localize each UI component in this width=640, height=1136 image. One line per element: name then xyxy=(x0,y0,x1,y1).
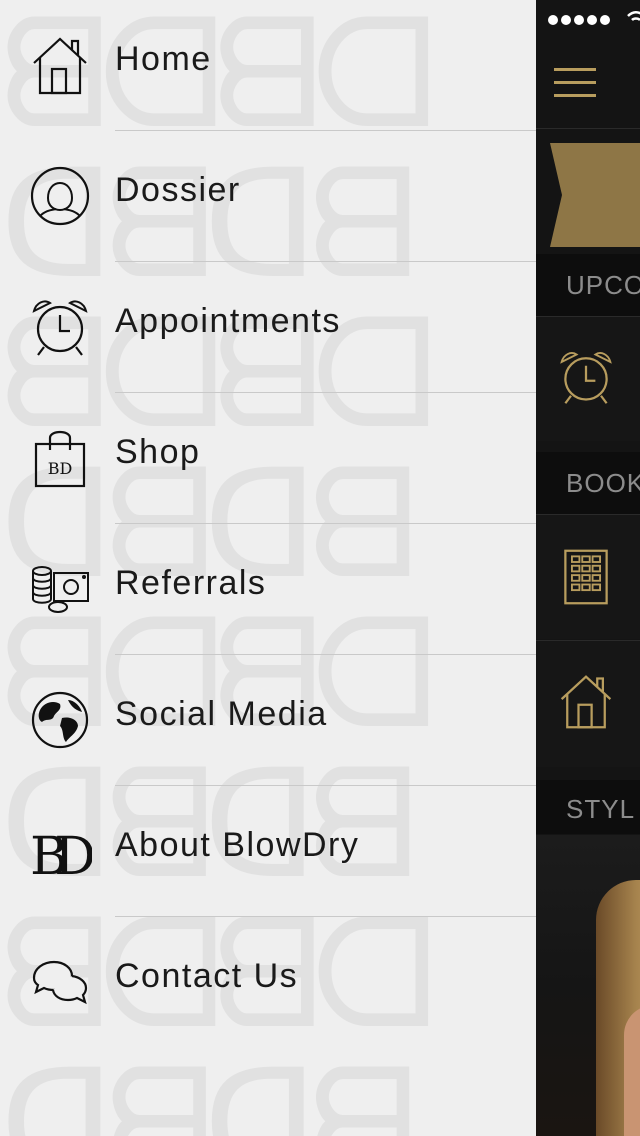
hamburger-menu-button[interactable] xyxy=(554,68,596,100)
menu-item-label: Appointments xyxy=(115,302,341,340)
section-header-book: BOOK xyxy=(536,452,640,514)
side-drawer: ᗺᗡᗺᗡ ᗡᗺᗡᗺ ᗺᗡᗺᗡ ᗡᗺᗡᗺ ᗺᗡᗺᗡ ᗡᗺᗡᗺ ᗺᗡᗺᗡ ᗡᗺᗡᗺ … xyxy=(0,0,536,1136)
banner-notch xyxy=(550,143,562,247)
upcoming-appointment-row[interactable] xyxy=(536,316,640,441)
promo-banner[interactable] xyxy=(550,143,640,247)
header-divider xyxy=(536,128,640,129)
menu-item-label: Dossier xyxy=(115,171,241,209)
alarm-clock-icon xyxy=(560,352,612,404)
book-home-row[interactable] xyxy=(536,640,640,767)
menu-item-contact-us[interactable]: Contact Us xyxy=(0,917,536,1047)
section-title: STYL xyxy=(566,794,636,824)
stylist-photo-shoulder xyxy=(624,1005,640,1136)
alarm-clock-icon xyxy=(32,300,88,356)
section-header-stylists: STYL xyxy=(536,780,640,834)
menu-item-label: Referrals xyxy=(115,564,267,602)
shopping-bag-icon: BD xyxy=(34,430,86,488)
menu-item-home[interactable]: Home xyxy=(0,0,536,130)
home-icon xyxy=(33,37,87,95)
svg-text:BD: BD xyxy=(30,827,92,883)
section-title: BOOK xyxy=(566,468,640,498)
section-title: UPCO xyxy=(566,270,640,300)
menu-item-label: About BlowDry xyxy=(115,826,360,864)
globe-icon xyxy=(31,691,89,749)
menu-item-about-blowdry[interactable]: BD About BlowDry xyxy=(0,786,536,916)
menu-item-label: Home xyxy=(115,40,212,78)
menu-item-appointments[interactable]: Appointments xyxy=(0,262,536,392)
book-salon-row[interactable] xyxy=(536,514,640,639)
menu-item-referrals[interactable]: Referrals xyxy=(0,524,536,654)
home-icon xyxy=(560,675,612,729)
signal-strength-icon xyxy=(548,12,613,30)
bd-logo-icon: BD xyxy=(30,827,92,883)
svg-text:BD: BD xyxy=(48,459,73,478)
menu-item-shop[interactable]: BD Shop xyxy=(0,393,536,523)
coins-cash-icon xyxy=(32,566,89,613)
menu-item-dossier[interactable]: Dossier xyxy=(0,131,536,261)
chat-bubbles-icon xyxy=(32,960,88,1005)
section-header-upcoming: UPCO xyxy=(536,254,640,316)
menu-item-label: Contact Us xyxy=(115,957,299,995)
wifi-icon xyxy=(627,11,640,21)
status-bar xyxy=(536,0,640,40)
user-profile-icon xyxy=(30,166,90,226)
building-icon xyxy=(564,549,608,605)
main-app-panel[interactable]: UPCO BOOK STYL xyxy=(536,0,640,1136)
menu-item-label: Social Media xyxy=(115,695,328,733)
menu-item-social-media[interactable]: Social Media xyxy=(0,655,536,785)
menu-item-label: Shop xyxy=(115,433,201,471)
